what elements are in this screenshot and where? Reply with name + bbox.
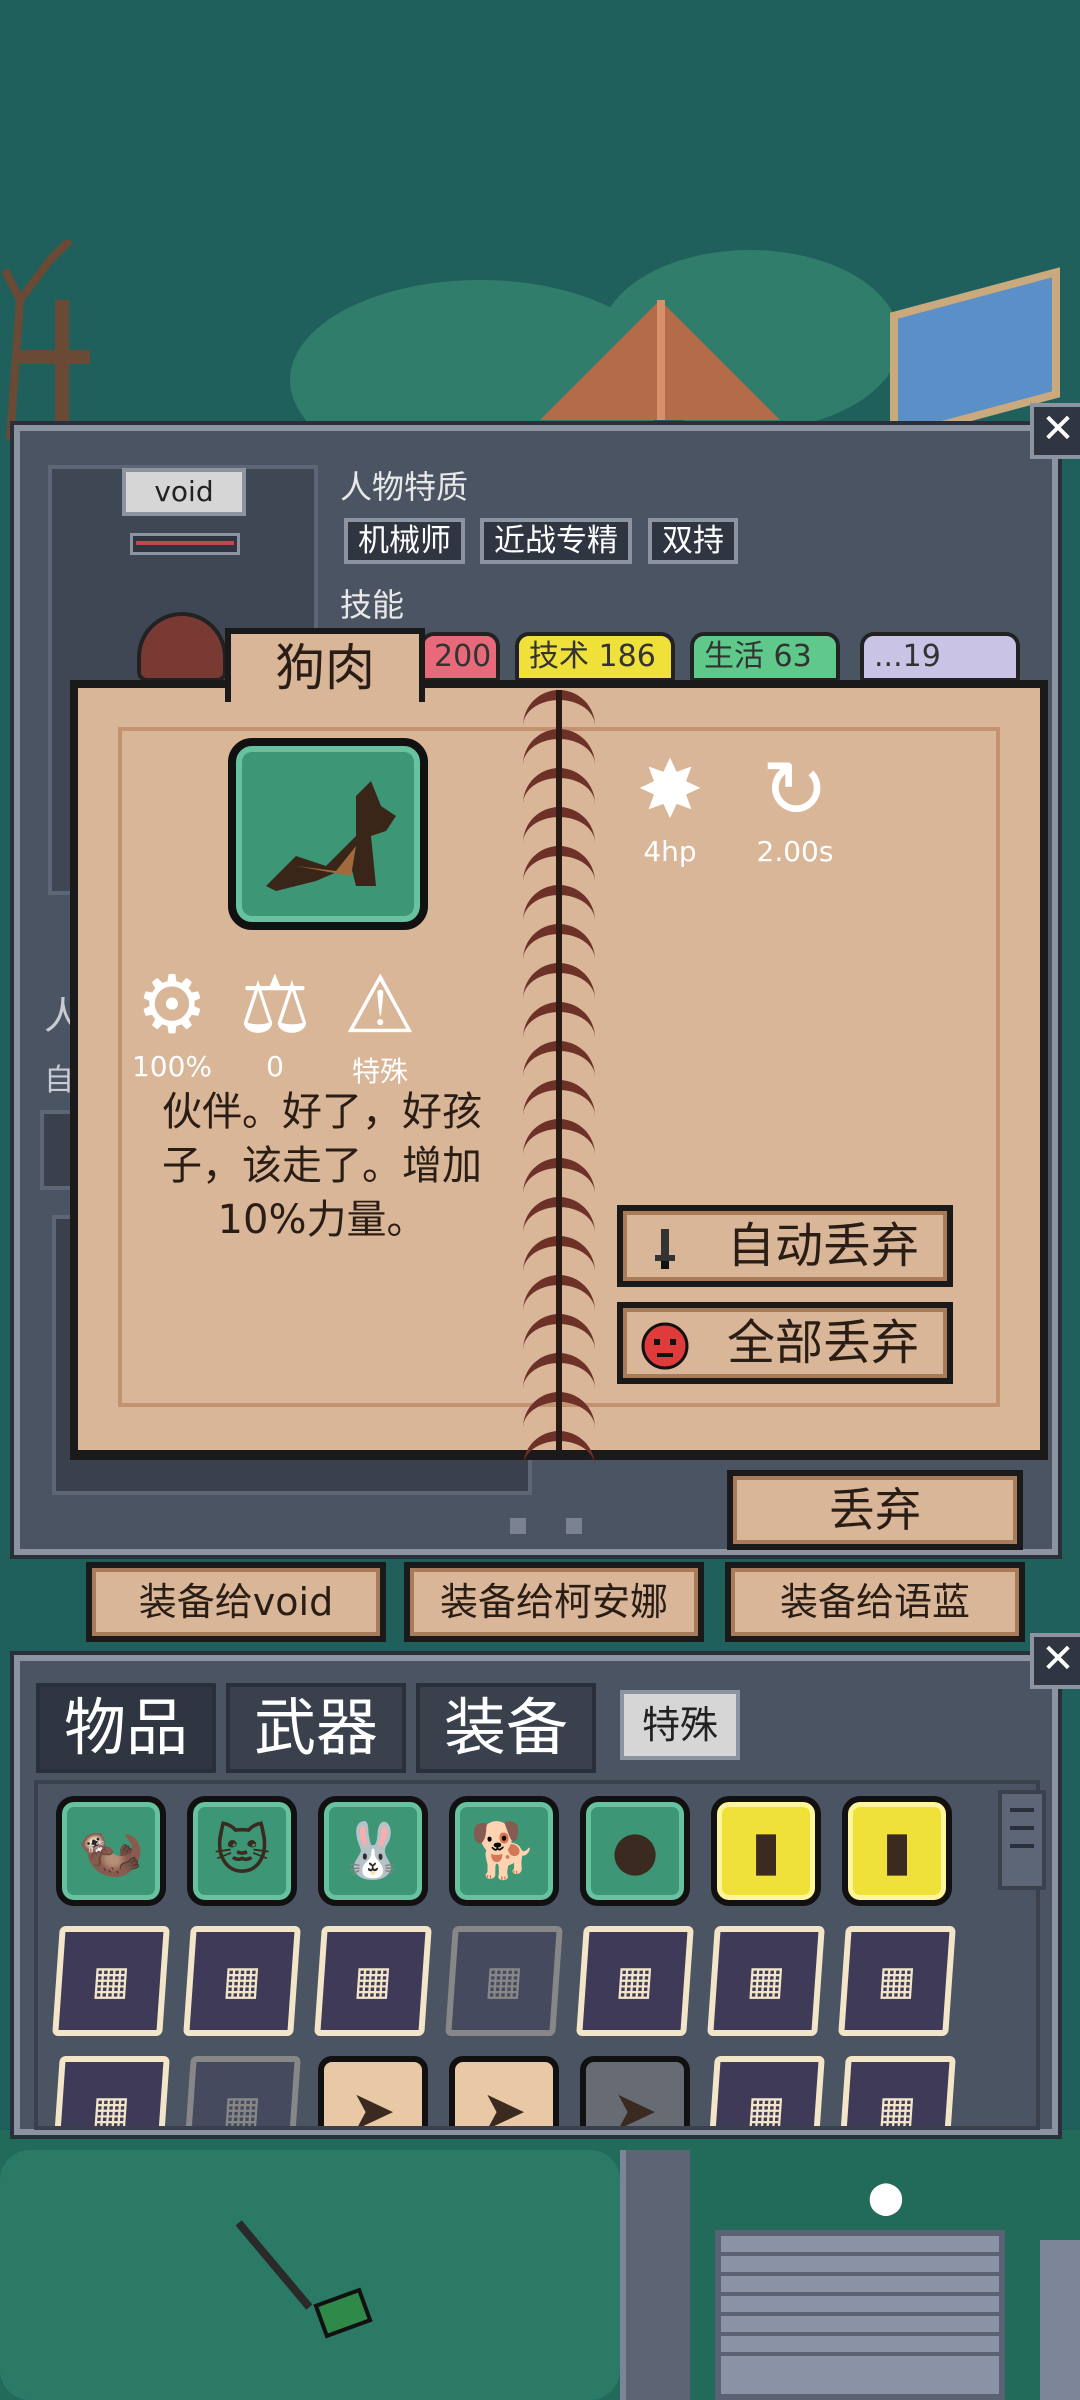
durability-stat: ⚙ 100% — [122, 958, 222, 1084]
weasel-icon: 🦦 — [77, 1819, 145, 1882]
spearhead-icon: ➤ — [481, 2079, 527, 2130]
exclamation-plate-icon: ⚠ — [344, 958, 416, 1051]
circuit-chip-icon: ▦ — [221, 2088, 263, 2130]
inventory-slot[interactable]: ▦ — [52, 1926, 170, 2036]
circuit-chip-icon: ▦ — [90, 2088, 132, 2130]
weight-stat: ⚖ 0 — [225, 958, 325, 1084]
equip-to-keanna-button[interactable]: 装备给柯安娜 — [404, 1562, 704, 1642]
spearhead-icon: ➤ — [612, 2079, 658, 2130]
durability-value: 100% — [131, 1050, 213, 1083]
inventory-slot[interactable]: ▮ — [842, 1796, 952, 1906]
skill-badge[interactable]: 生活 63 — [690, 632, 840, 682]
circuit-chip-icon: ▦ — [614, 1958, 656, 2004]
dog-icon — [228, 738, 428, 930]
close-icon[interactable]: ✕ — [1030, 1633, 1080, 1689]
damage-stat: ✸ 4hp — [620, 743, 720, 869]
spearhead-icon: ➤ — [350, 2079, 396, 2130]
grass-patch — [0, 2150, 620, 2400]
inventory-grid: 🦦 🐱 🐰 🐕 ● ▮ ▮ ▦ ▦ ▦ ▦ ▦ ▦ ▦ ▦ ▦ ➤ ➤ ➤ ▦ ▦ — [34, 1780, 1040, 2130]
auto-discard-button[interactable]: 自动丢弃 — [617, 1205, 953, 1287]
skill-badge[interactable]: ...19 — [860, 632, 1020, 682]
cat-icon: 🐱 — [213, 1819, 271, 1882]
discard-all-label: 全部丢弃 — [726, 1315, 919, 1371]
circuit-chip-icon: ▦ — [876, 2088, 918, 2130]
inventory-slot[interactable]: ▮ — [711, 1796, 821, 1906]
character-hp-bar — [130, 533, 240, 555]
canister-icon: ▮ — [882, 1819, 912, 1882]
auto-discard-label: 自动丢弃 — [726, 1218, 919, 1274]
tab-items[interactable]: 物品 — [36, 1683, 216, 1773]
gear-wrench-icon: ⚙ — [136, 958, 208, 1051]
circuit-chip-icon: ▦ — [745, 2088, 787, 2130]
type-value: 特殊 — [351, 1055, 408, 1088]
traits-heading: 人物特质 — [340, 468, 469, 506]
trait-badge[interactable]: 机械师 — [344, 518, 465, 564]
inventory-slot[interactable]: 🐰 — [318, 1796, 428, 1906]
inventory-slot[interactable]: ▦ — [183, 2056, 301, 2130]
circuit-chip-icon: ▦ — [745, 1958, 787, 2004]
inventory-slot[interactable]: ▦ — [576, 1926, 694, 2036]
circuit-chip-icon: ▦ — [352, 1958, 394, 2004]
circuit-chip-icon: ▦ — [483, 1958, 525, 2004]
inventory-slot[interactable]: ▦ — [183, 1926, 301, 2036]
stone-pillar — [620, 2150, 690, 2400]
burst-icon: ✸ — [636, 743, 704, 836]
book-spine — [523, 690, 595, 1450]
discard-all-button[interactable]: 全部丢弃 — [617, 1302, 953, 1384]
tab-special[interactable]: 特殊 — [620, 1690, 740, 1760]
inventory-slot[interactable]: ▦ — [838, 2056, 956, 2130]
dagger-icon — [655, 1229, 675, 1269]
item-description: 伙伴。好了，好孩子，该走了。增加10%力量。 — [162, 1089, 482, 1243]
trait-badge[interactable]: 近战专精 — [480, 518, 632, 564]
inventory-slot[interactable]: 🐱 — [187, 1796, 297, 1906]
inventory-slot[interactable]: ▦ — [52, 2056, 170, 2130]
skill-badge[interactable]: 200 — [420, 632, 500, 682]
equip-to-yulan-button[interactable]: 装备给语蓝 — [725, 1562, 1025, 1642]
character-name-tag[interactable]: void — [122, 468, 246, 516]
sky-area — [0, 0, 1080, 280]
cooldown-value: 2.00s — [756, 835, 834, 868]
equip-to-void-button[interactable]: 装备给void — [86, 1562, 386, 1642]
weight-value: 0 — [266, 1050, 284, 1083]
map-pin-icon[interactable]: ⬤ — [868, 2178, 904, 2216]
close-icon[interactable]: ✕ — [1030, 403, 1080, 459]
cooldown-icon: ↻ — [761, 743, 829, 836]
inventory-slot[interactable]: ● — [580, 1796, 690, 1906]
circuit-chip-icon: ▦ — [221, 1958, 263, 2004]
stone-pillar — [1040, 2240, 1080, 2400]
inventory-slot[interactable]: ▦ — [838, 1926, 956, 2036]
inventory-slot[interactable]: ▦ — [707, 2056, 825, 2130]
tab-weapons[interactable]: 武器 — [226, 1683, 406, 1773]
inventory-slot[interactable]: ▦ — [445, 1926, 563, 2036]
inventory-slot[interactable]: 🦦 — [56, 1796, 166, 1906]
inventory-slot[interactable]: 🐕 — [449, 1796, 559, 1906]
inventory-slot[interactable]: ➤ — [449, 2056, 559, 2130]
inventory-scrollbar[interactable] — [998, 1790, 1046, 1890]
dead-tree — [1, 240, 90, 440]
roof-beam — [657, 300, 665, 420]
page-indicator — [510, 1518, 622, 1538]
circuit-chip-icon: ▦ — [876, 1958, 918, 2004]
inventory-slot[interactable]: ▦ — [314, 1926, 432, 2036]
inventory-slot[interactable]: ➤ — [318, 2056, 428, 2130]
tab-equipment[interactable]: 装备 — [416, 1683, 596, 1773]
inventory-slot[interactable]: ▦ — [707, 1926, 825, 2036]
inventory-slot[interactable]: ➤ — [580, 2056, 690, 2130]
type-stat: ⚠ 特殊 — [330, 960, 430, 1090]
discard-button[interactable]: 丢弃 — [727, 1470, 1023, 1550]
weight-icon: ⚖ — [239, 958, 311, 1051]
stone-stairs — [715, 2230, 1005, 2400]
skill-badge[interactable]: 技术 186 — [515, 632, 675, 682]
angry-face-icon — [641, 1322, 689, 1370]
cooldown-stat: ↻ 2.00s — [740, 743, 850, 869]
dog-icon: 🐕 — [470, 1819, 538, 1882]
rabbit-icon: 🐰 — [339, 1819, 407, 1882]
circuit-chip-icon: ▦ — [90, 1958, 132, 2004]
trait-badge[interactable]: 双持 — [648, 518, 738, 564]
damage-value: 4hp — [643, 835, 697, 868]
skills-heading: 技能 — [340, 586, 405, 624]
canister-icon: ▮ — [751, 1819, 781, 1882]
slime-icon: ● — [611, 1819, 659, 1882]
item-title: 狗肉 — [225, 628, 425, 702]
